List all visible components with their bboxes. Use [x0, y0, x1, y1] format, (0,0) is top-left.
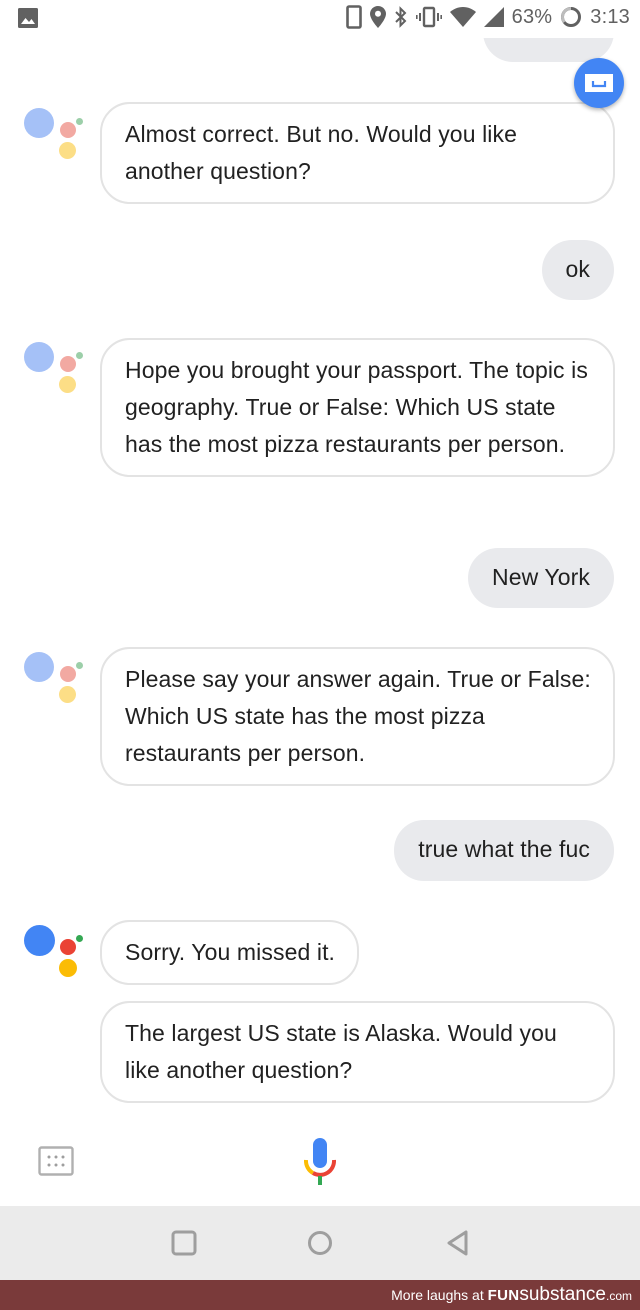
assistant-dot-green	[76, 352, 83, 359]
vibrate-icon	[415, 6, 442, 28]
watermark-brand: FUN	[487, 1287, 520, 1304]
home-button[interactable]	[305, 1228, 335, 1258]
conversation: yes true Almost correct. But no. Would y…	[0, 0, 640, 1120]
recents-button[interactable]	[169, 1228, 199, 1258]
assistant-dot-red	[60, 939, 76, 955]
image-icon	[18, 8, 38, 28]
message-text: New York	[492, 564, 590, 590]
bluetooth-icon	[394, 6, 408, 28]
watermark-banner: More laughs at FUNsubstance.com	[0, 1280, 640, 1310]
assistant-dot-green	[76, 662, 83, 669]
assistant-dot-yellow	[59, 376, 76, 393]
clock: 3:13	[590, 5, 630, 28]
assistant-message: Sorry. You missed it.	[100, 920, 360, 985]
assistant-dot-yellow	[59, 686, 76, 703]
cellular-signal-icon	[483, 7, 504, 27]
keyboard-icon	[38, 1146, 74, 1181]
assistant-dot-red	[60, 356, 76, 372]
assistant-message: Almost correct. But no. Would you like a…	[100, 102, 615, 204]
microphone-button[interactable]	[303, 1136, 337, 1190]
keyboard-space-icon	[585, 74, 613, 92]
assistant-dot-green	[76, 935, 83, 942]
watermark-tld: .com	[605, 1289, 632, 1303]
message-text: The largest US state is Alaska. Would yo…	[125, 1020, 557, 1083]
assistant-avatar	[24, 652, 84, 712]
navigation-bar	[0, 1206, 640, 1280]
assistant-avatar	[24, 106, 84, 166]
status-bar: 63% 3:13	[0, 0, 640, 38]
assistant-dot-blue	[24, 342, 54, 372]
assistant-dot-blue	[24, 652, 54, 682]
recents-square-icon	[171, 1230, 197, 1256]
assistant-dot-green	[76, 118, 83, 125]
input-bar	[0, 1120, 640, 1206]
back-triangle-icon	[445, 1229, 471, 1257]
battery-percent: 63%	[511, 5, 553, 28]
assistant-message: The largest US state is Alaska. Would yo…	[100, 1001, 615, 1103]
message-text: Almost correct. But no. Would you like a…	[125, 121, 517, 184]
keyboard-toggle-button[interactable]	[574, 58, 624, 108]
wifi-icon	[449, 7, 476, 27]
battery-ring-icon	[560, 6, 582, 28]
user-message: true what the fuc	[394, 820, 614, 881]
microphone-icon	[303, 1136, 337, 1195]
user-message: New York	[468, 548, 614, 608]
message-text: Please say your answer again. True or Fa…	[125, 666, 591, 766]
watermark-brand-rest: substance	[519, 1284, 606, 1305]
message-text: Sorry. You missed it.	[125, 939, 336, 965]
assistant-dot-yellow	[59, 959, 77, 977]
keyboard-button[interactable]	[38, 1146, 74, 1176]
phone-outline-icon	[345, 5, 362, 29]
user-message: ok	[541, 240, 614, 300]
assistant-message: Please say your answer again. True or Fa…	[100, 647, 615, 786]
message-text: true what the fuc	[418, 836, 590, 862]
assistant-message: Hope you brought your passport. The topi…	[100, 338, 615, 477]
location-pin-icon	[369, 6, 386, 28]
assistant-dot-blue	[24, 925, 55, 956]
message-text: ok	[565, 256, 590, 282]
assistant-avatar	[24, 342, 84, 402]
assistant-dot-red	[60, 666, 76, 682]
message-text: Hope you brought your passport. The topi…	[125, 357, 588, 457]
assistant-avatar	[24, 925, 84, 985]
home-circle-icon	[307, 1230, 333, 1256]
watermark-prefix: More laughs at	[391, 1287, 488, 1303]
assistant-dot-blue	[24, 108, 54, 138]
assistant-dot-red	[60, 122, 76, 138]
assistant-dot-yellow	[59, 142, 76, 159]
back-button[interactable]	[443, 1228, 473, 1258]
